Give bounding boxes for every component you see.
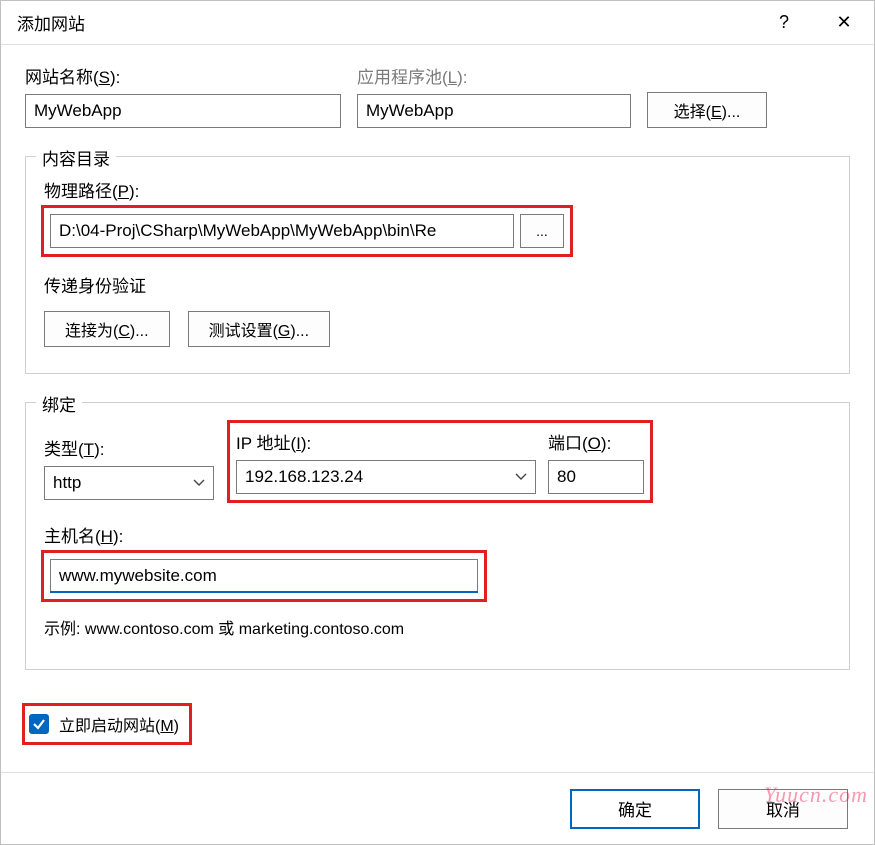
- checkbox-checked-icon: [29, 714, 49, 734]
- host-name-input[interactable]: [50, 559, 478, 593]
- ip-address-label: IP 地址(I):: [236, 429, 536, 454]
- content-directory-group: 内容目录 物理路径(P): ... 传递身份验证 连接为(C)... 测试设置(…: [25, 156, 850, 374]
- add-website-dialog: 添加网站 ? ✕ 网站名称(S): 应用程序池(L): x 选择(E)... 内…: [0, 0, 875, 845]
- host-name-example: 示例: www.contoso.com 或 marketing.contoso.…: [44, 615, 831, 639]
- type-select[interactable]: http: [44, 466, 214, 500]
- question-icon: ?: [779, 12, 789, 33]
- host-name-label: 主机名(H):: [44, 522, 831, 547]
- app-pool-input: [357, 94, 631, 128]
- start-immediately-checkbox[interactable]: 立即启动网站(M): [25, 706, 189, 742]
- physical-path-label: 物理路径(P):: [44, 177, 831, 202]
- site-name-input[interactable]: [25, 94, 341, 128]
- port-input[interactable]: [548, 460, 644, 494]
- ip-address-select[interactable]: 192.168.123.24: [236, 460, 536, 494]
- binding-group: 绑定 类型(T): http IP 地址(I): 192.: [25, 402, 850, 670]
- dialog-footer: Yuucn.com 确定 取消: [1, 772, 874, 844]
- content-directory-legend: 内容目录: [36, 145, 116, 170]
- test-settings-button[interactable]: 测试设置(G)...: [188, 311, 330, 347]
- select-app-pool-button[interactable]: 选择(E)...: [647, 92, 767, 128]
- ok-button[interactable]: 确定: [570, 789, 700, 829]
- close-icon: ✕: [836, 12, 851, 33]
- port-label: 端口(O):: [548, 429, 644, 454]
- dialog-body: 网站名称(S): 应用程序池(L): x 选择(E)... 内容目录 物理路径(…: [1, 45, 874, 742]
- start-immediately-label: 立即启动网站(M): [59, 712, 179, 736]
- physical-path-input[interactable]: [50, 214, 514, 248]
- window-title: 添加网站: [17, 10, 754, 35]
- chevron-down-icon: [193, 479, 205, 487]
- passthrough-auth-label: 传递身份验证: [44, 272, 831, 297]
- browse-path-button[interactable]: ...: [520, 214, 564, 248]
- binding-legend: 绑定: [36, 391, 82, 416]
- watermark-text: Yuucn.com: [764, 782, 868, 808]
- chevron-down-icon: [515, 473, 527, 481]
- close-button[interactable]: ✕: [814, 1, 874, 45]
- connect-as-button[interactable]: 连接为(C)...: [44, 311, 170, 347]
- site-name-label: 网站名称(S):: [25, 63, 341, 88]
- type-label: 类型(T):: [44, 435, 214, 460]
- titlebar: 添加网站 ? ✕: [1, 1, 874, 45]
- help-button[interactable]: ?: [754, 1, 814, 45]
- app-pool-label: 应用程序池(L):: [357, 63, 631, 88]
